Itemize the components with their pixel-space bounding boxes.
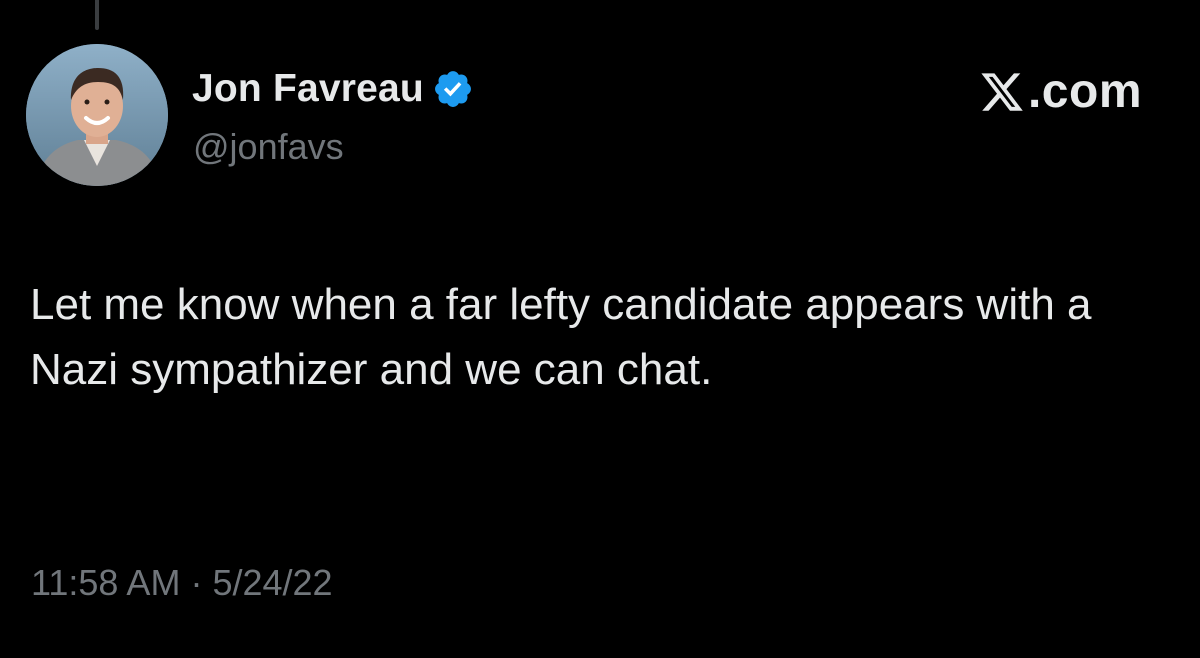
tweet-time: 11:58 AM [31,562,181,603]
avatar[interactable] [26,44,168,186]
author-display-name[interactable]: Jon Favreau [192,67,424,111]
meta-separator: · [190,562,203,603]
thread-connector-line [95,0,99,30]
brand-domain-text: .com [1027,65,1142,118]
verified-badge-icon[interactable] [432,68,474,110]
tweet-body-text: Let me know when a far lefty candidate a… [30,280,1092,394]
profile-photo [26,44,168,186]
x-dot-com-watermark: .com [978,64,1142,119]
author-name-row: Jon Favreau [192,66,474,112]
tweet-timestamp[interactable]: 11:58 AM · 5/24/22 [31,562,333,604]
x-logo-icon [981,72,1023,111]
tweet-date: 5/24/22 [212,562,333,603]
author-handle[interactable]: @jonfavs [193,126,344,168]
